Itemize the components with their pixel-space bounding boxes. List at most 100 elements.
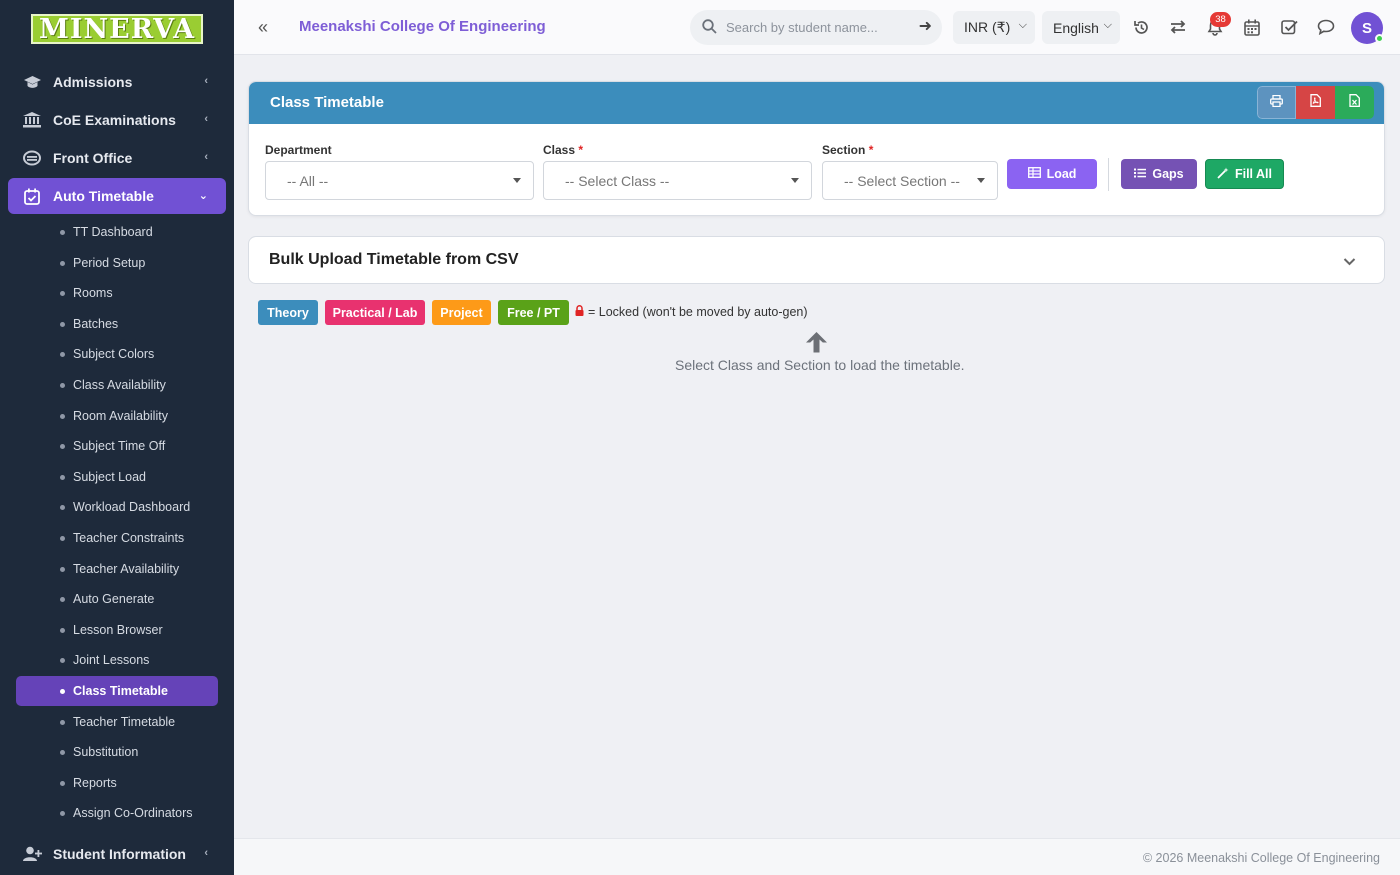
language-value: English [1053,19,1099,36]
sidebar-subitem-assign-co-ordinators[interactable]: Assign Co-Ordinators [16,798,218,828]
online-status-dot [1375,34,1384,43]
sidebar-subitem-teacher-timetable[interactable]: Teacher Timetable [16,707,218,737]
export-excel-button[interactable] [1335,86,1374,119]
logo-wrap: MINERVA [0,0,234,58]
sidebar: MINERVA Admissions ‹ CoE Examinations ‹ … [0,0,234,875]
nav-coe-examinations[interactable]: CoE Examinations ‹ [8,102,226,138]
swap-icon[interactable] [1168,17,1188,37]
sidebar-subitem-label: Batches [73,316,119,331]
section-value: -- Select Section -- [844,172,960,189]
sidebar-subitem-reports[interactable]: Reports [16,768,218,798]
class-value: -- Select Class -- [565,172,670,189]
legend-free-pt: Free / PT [498,300,569,325]
sidebar-subitem-workload-dashboard[interactable]: Workload Dashboard [16,492,218,522]
sidebar-subitem-joint-lessons[interactable]: Joint Lessons [16,645,218,675]
user-plus-icon [22,845,42,863]
class-timetable-card: Class Timetable Department -- All -- Cla… [248,81,1385,216]
notification-badge: 38 [1210,12,1231,27]
chevron-down-icon: ⌄ [198,190,208,202]
nav-front-office[interactable]: Front Office ‹ [8,140,226,176]
nav-student-information[interactable]: Student Information ‹ [8,836,226,872]
export-pdf-button[interactable] [1296,86,1335,119]
arrow-up-icon [805,331,828,358]
nav-admissions[interactable]: Admissions ‹ [8,64,226,100]
class-label: Class * [543,143,583,157]
student-search: ➜ [690,10,942,45]
user-avatar[interactable]: S [1351,12,1384,44]
sidebar-subitem-label: Reports [73,775,117,790]
history-icon[interactable] [1131,17,1151,37]
empty-state-hint: Select Class and Section to load the tim… [675,357,965,373]
search-input[interactable] [726,17,906,37]
sidebar-subitem-label: Room Availability [73,408,168,423]
chat-icon[interactable] [1316,17,1336,37]
calendar-icon[interactable] [1242,17,1262,37]
sidebar-subitem-class-availability[interactable]: Class Availability [16,370,218,400]
chevron-left-icon: ‹ [204,75,208,87]
department-select[interactable]: -- All -- [265,161,534,200]
sidebar-subitem-teacher-constraints[interactable]: Teacher Constraints [16,523,218,553]
bulk-upload-title: Bulk Upload Timetable from CSV [269,251,519,268]
sidebar-subitem-label: Substitution [73,745,139,760]
chevron-left-icon: ‹ [204,847,208,859]
load-button-label: Load [1046,167,1077,181]
fill-all-button-label: Fill All [1234,167,1273,181]
caret-down-icon [791,178,799,183]
nav-auto-timetable[interactable]: Auto Timetable ⌄ [8,178,226,214]
lock-icon [575,305,584,319]
class-select[interactable]: -- Select Class -- [543,161,812,200]
search-icon [702,19,717,39]
section-label-text: Section [822,143,866,157]
bulk-upload-panel[interactable]: Bulk Upload Timetable from CSV [248,236,1385,284]
required-mark: * [868,143,874,157]
sidebar-subitem-subject-time-off[interactable]: Subject Time Off [16,431,218,461]
chevron-left-icon: ‹ [204,151,208,163]
sidebar-subitem-period-setup[interactable]: Period Setup [16,248,218,278]
sidebar-subitem-teacher-availability[interactable]: Teacher Availability [16,554,218,584]
fill-all-button[interactable]: Fill All [1205,159,1284,189]
chevron-down-icon: ⌵ [1018,19,1027,31]
sidebar-subitem-label: Rooms [73,286,113,301]
sidebar-subitem-lesson-browser[interactable]: Lesson Browser [16,615,218,645]
nav-front-office-label: Front Office [53,150,133,166]
sidebar-subitem-label: Teacher Constraints [73,531,185,545]
list-icon [1134,167,1147,181]
gaps-button-label: Gaps [1152,167,1184,181]
legend-project: Project [432,300,491,325]
currency-select[interactable]: INR (₹) ⌵ [953,11,1035,44]
print-button[interactable] [1257,86,1296,119]
language-select[interactable]: English ⌵ [1042,11,1120,44]
legend-practical-lab-label: Practical / Lab [332,305,418,320]
sidebar-subitem-label: Period Setup [73,255,146,270]
table-icon [1027,167,1041,181]
sidebar-subitem-label: Subject Load [73,469,146,484]
sidebar-subitem-tt-dashboard[interactable]: TT Dashboard [16,217,218,247]
minerva-logo[interactable]: MINERVA [30,14,204,44]
section-label: Section * [822,143,873,157]
gaps-button[interactable]: Gaps [1121,159,1197,189]
sidebar-subitem-label: Class Timetable [73,684,168,698]
sidebar-subitem-class-timetable[interactable]: Class Timetable [16,676,218,706]
department-label-text: Department [265,143,332,157]
sidebar-subitem-subject-colors[interactable]: Subject Colors [16,339,218,369]
file-excel-icon [1349,93,1360,112]
arrow-right-icon[interactable]: ➜ [919,16,932,36]
institution-icon [22,111,42,129]
sidebar-subitem-batches[interactable]: Batches [16,309,218,339]
sidebar-subitem-auto-generate[interactable]: Auto Generate [16,584,218,614]
sidebar-subitem-room-availability[interactable]: Room Availability [16,401,218,431]
college-name[interactable]: Meenakshi College Of Engineering [299,18,546,35]
sidebar-subitem-rooms[interactable]: Rooms [16,278,218,308]
sidebar-subitem-subject-load[interactable]: Subject Load [16,462,218,492]
section-select[interactable]: -- Select Section -- [822,161,998,200]
sidebar-subitem-label: Assign Co-Ordinators [73,806,193,821]
collapse-sidebar-icon[interactable]: « [258,17,268,38]
load-button[interactable]: Load [1007,159,1097,189]
sidebar-subitem-label: Teacher Timetable [73,714,176,729]
sidebar-subitem-label: Workload Dashboard [73,500,191,515]
sidebar-subitem-substitution[interactable]: Substitution [16,737,218,767]
chevron-down-icon[interactable] [1343,253,1356,271]
sidebar-subitem-label: Lesson Browser [73,622,163,637]
task-check-icon[interactable] [1279,17,1299,37]
legend-free-pt-label: Free / PT [507,305,560,320]
